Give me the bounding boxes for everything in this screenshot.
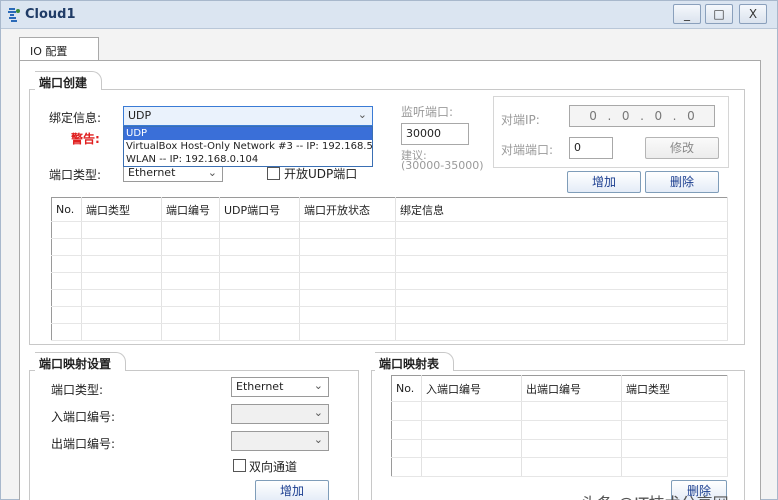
table-header-row: No. 入端口编号 出端口编号 端口类型 — [391, 375, 728, 403]
col-open-state: 端口开放状态 — [299, 197, 396, 222]
table-row[interactable] — [391, 401, 728, 421]
chevron-down-icon: ⌄ — [207, 166, 217, 179]
table-row[interactable] — [51, 272, 728, 290]
table-row[interactable] — [51, 238, 728, 256]
bind-info-select[interactable]: UDP ⌄ — [123, 106, 373, 126]
port-type-value: Ethernet — [128, 166, 176, 179]
peer-ip-octet-1: 0 — [589, 109, 597, 123]
col-bind-info: 绑定信息 — [395, 197, 728, 222]
table-row[interactable] — [51, 323, 728, 341]
peer-ip-octet-4: 0 — [687, 109, 695, 123]
out-port-select[interactable]: ⌄ — [231, 431, 329, 451]
peer-ip-octet-3: 0 — [654, 109, 663, 123]
table-row[interactable] — [51, 255, 728, 273]
cloud1-window: Cloud1 _ □ X IO 配置 端口创建 绑定信息: UDP ⌄ UDP … — [0, 0, 778, 500]
bind-info-dropdown[interactable]: UDP VirtualBox Host-Only Network #3 -- I… — [123, 126, 373, 167]
title-bar[interactable]: Cloud1 _ □ X — [1, 1, 777, 29]
dropdown-option-udp[interactable]: UDP — [124, 127, 372, 140]
col-port-number: 端口编号 — [161, 197, 220, 222]
open-udp-checkbox[interactable] — [267, 167, 280, 180]
port-map-title: 端口映射设置 — [35, 352, 127, 371]
chevron-down-icon: ⌄ — [313, 406, 323, 419]
in-port-label: 入端口编号: — [51, 410, 116, 424]
add-port-button[interactable]: 增加 — [567, 171, 641, 193]
table-row[interactable] — [51, 289, 728, 307]
col-no: No. — [51, 197, 82, 222]
port-type-label: 端口类型: — [49, 168, 102, 182]
table-row[interactable] — [51, 306, 728, 324]
bidirectional-checkbox[interactable] — [233, 459, 246, 472]
listen-port-input[interactable]: 30000 — [401, 123, 469, 145]
map-port-type-value: Ethernet — [236, 380, 284, 393]
delete-port-button[interactable]: 删除 — [645, 171, 719, 193]
map-table: No. 入端口编号 出端口编号 端口类型 — [391, 375, 728, 477]
modify-button[interactable]: 修改 — [645, 137, 719, 159]
dropdown-option-virtualbox[interactable]: VirtualBox Host-Only Network #3 -- IP: 1… — [124, 140, 372, 153]
open-udp-label: 开放UDP端口 — [284, 167, 358, 181]
col-udp-port: UDP端口号 — [219, 197, 300, 222]
map-port-type-select[interactable]: Ethernet ⌄ — [231, 377, 329, 397]
tab-io-config[interactable]: IO 配置 — [19, 37, 99, 61]
chevron-down-icon: ⌄ — [313, 433, 323, 446]
warning-label: 警告: — [71, 132, 100, 146]
table-header-row: No. 端口类型 端口编号 UDP端口号 端口开放状态 绑定信息 — [51, 197, 728, 222]
suggest-range: (30000-35000) — [401, 159, 484, 172]
cloud-app-icon — [8, 8, 20, 22]
bidirectional-label: 双向通道 — [249, 460, 298, 474]
map-col-no: No. — [391, 375, 422, 403]
peer-port-input[interactable]: 0 — [569, 137, 613, 159]
port-table: No. 端口类型 端口编号 UDP端口号 端口开放状态 绑定信息 — [51, 197, 728, 341]
close-button[interactable]: X — [739, 4, 767, 24]
dropdown-option-wlan[interactable]: WLAN -- IP: 192.168.0.104 — [124, 153, 372, 166]
col-port-type: 端口类型 — [81, 197, 162, 222]
bind-info-value: UDP — [128, 109, 152, 122]
map-port-type-label: 端口类型: — [51, 383, 104, 397]
map-col-out-port: 出端口编号 — [521, 375, 622, 403]
port-create-title: 端口创建 — [35, 71, 103, 90]
peer-ip-input[interactable]: 0. 0. 0. 0 — [569, 105, 715, 127]
table-row[interactable] — [51, 221, 728, 239]
map-col-port-type: 端口类型 — [621, 375, 728, 403]
out-port-label: 出端口编号: — [51, 437, 116, 451]
table-row[interactable] — [391, 420, 728, 440]
peer-port-label: 对端端口: — [501, 143, 554, 157]
chevron-down-icon: ⌄ — [357, 108, 367, 121]
peer-ip-octet-2: 0 — [621, 109, 630, 123]
table-row[interactable] — [391, 439, 728, 459]
peer-ip-label: 对端IP: — [501, 113, 540, 127]
table-row[interactable] — [391, 457, 728, 477]
map-col-in-port: 入端口编号 — [421, 375, 522, 403]
map-table-title: 端口映射表 — [375, 352, 455, 371]
maximize-button[interactable]: □ — [705, 4, 733, 24]
watermark-text: 头条 @IT技术分享网 — [581, 490, 729, 500]
minimize-button[interactable]: _ — [673, 4, 701, 24]
chevron-down-icon: ⌄ — [313, 379, 323, 392]
window-title: Cloud1 — [25, 7, 76, 22]
in-port-select[interactable]: ⌄ — [231, 404, 329, 424]
map-add-button[interactable]: 增加 — [255, 480, 329, 500]
listen-port-label: 监听端口: — [401, 105, 454, 119]
bind-info-label: 绑定信息: — [49, 111, 102, 125]
